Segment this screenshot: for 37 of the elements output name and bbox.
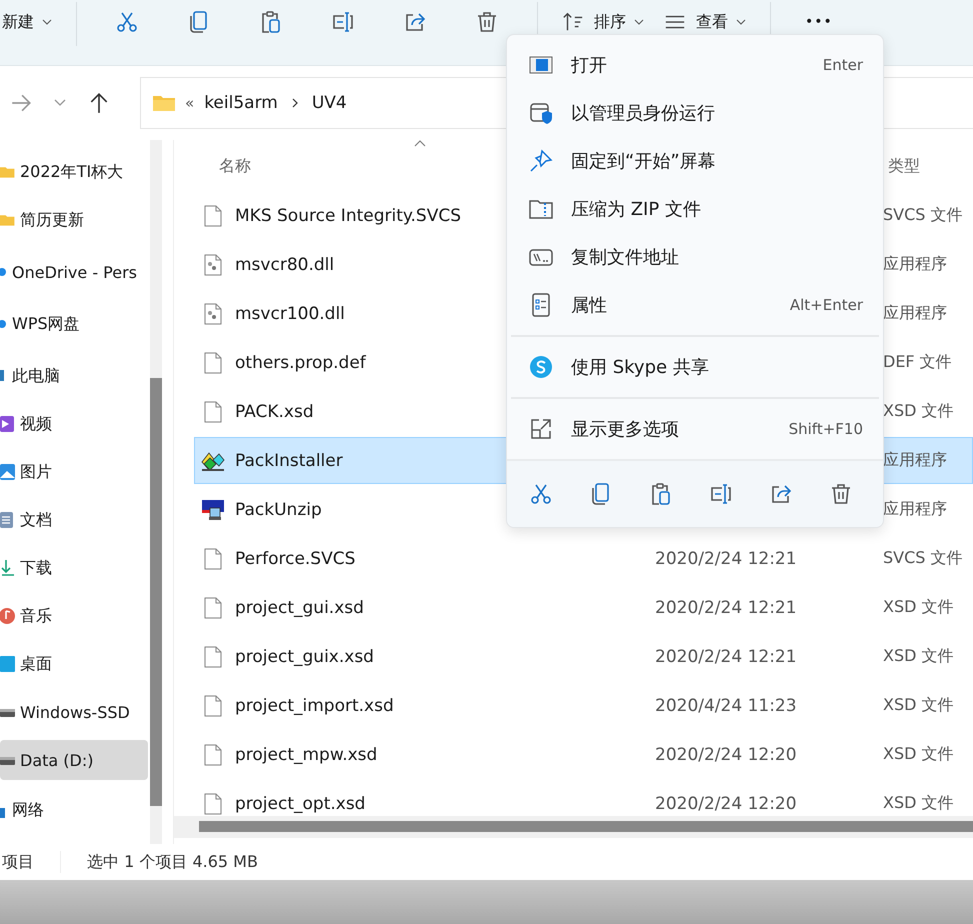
file-type: 应用程序: [883, 254, 947, 273]
shortcut-label: Enter: [822, 56, 863, 74]
modified-date: 2020/2/24 12:20: [655, 794, 797, 814]
modified-date: 2020/4/24 11:23: [655, 696, 797, 716]
selection-info: 选中 1 个项目 4.65 MB: [87, 852, 258, 872]
file-name: msvcr80.dll: [235, 254, 334, 274]
file-type: 应用程序: [883, 499, 947, 518]
file-name: project_import.xsd: [235, 696, 394, 716]
file-name: project_gui.xsd: [235, 598, 364, 618]
file-name: msvcr100.dll: [235, 304, 345, 324]
file-name: others.prop.def: [235, 352, 366, 372]
file-type: XSD 文件: [883, 793, 954, 812]
shortcut-label: Shift+F10: [788, 420, 863, 438]
file-name: PackInstaller: [235, 450, 343, 470]
shortcut-label: Alt+Enter: [790, 296, 863, 314]
file-name: project_guix.xsd: [235, 646, 374, 666]
modified-date: 2020/2/24 12:20: [655, 744, 797, 764]
file-type: 应用程序: [883, 450, 947, 469]
file-name: project_opt.xsd: [235, 794, 366, 814]
file-type: XSD 文件: [883, 695, 954, 714]
file-type: SVCS 文件: [883, 548, 963, 567]
file-type: SVCS 文件: [883, 205, 963, 224]
file-type: DEF 文件: [883, 352, 952, 371]
modified-date: 2020/2/24 12:21: [655, 598, 797, 618]
file-type: XSD 文件: [883, 401, 954, 420]
file-name: PackUnzip: [235, 500, 322, 520]
file-type: XSD 文件: [883, 744, 954, 763]
file-type: 应用程序: [883, 303, 947, 322]
item-count: 项目: [2, 852, 34, 872]
file-name: Perforce.SVCS: [235, 548, 356, 568]
file-name: MKS Source Integrity.SVCS: [235, 206, 462, 226]
file-type: XSD 文件: [883, 646, 954, 665]
modified-date: 2020/2/24 12:21: [655, 548, 797, 568]
modified-date: 2020/2/24 12:21: [655, 646, 797, 666]
file-type: XSD 文件: [883, 597, 954, 616]
file-name: project_mpw.xsd: [235, 744, 378, 764]
file-name: PACK.xsd: [235, 402, 314, 422]
